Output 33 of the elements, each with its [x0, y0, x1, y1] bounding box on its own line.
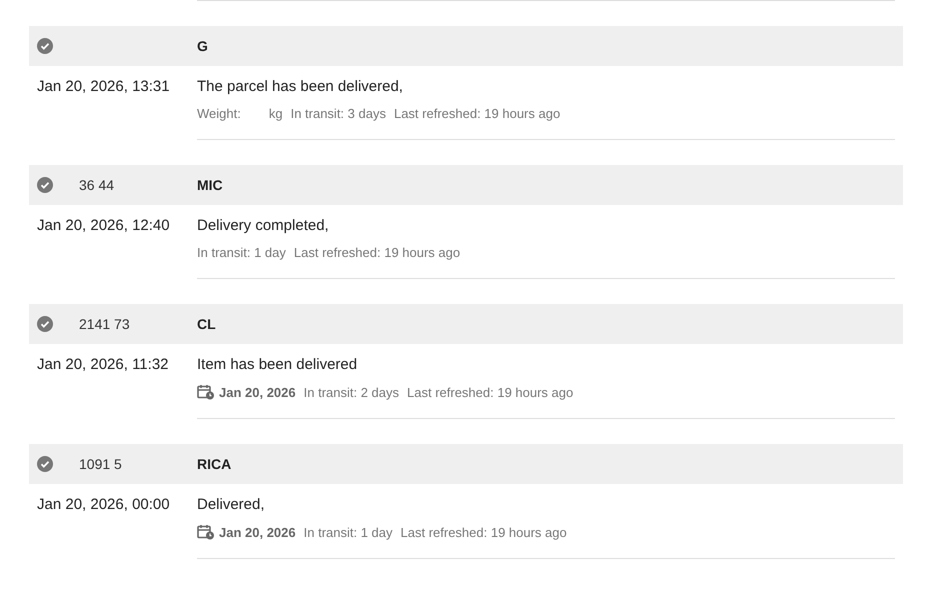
meta-text: In transit: 1 day [304, 524, 393, 540]
shipment-header[interactable]: G [29, 26, 903, 66]
event-time: Jan 20, 2026, 11:32 [36, 356, 170, 375]
recipient-name: G [197, 38, 208, 54]
shipment-header[interactable]: 36 44 MIC [29, 165, 903, 205]
delivery-date: Jan 20, 2026 [219, 384, 296, 400]
weight-unit: kg [268, 106, 283, 121]
tracking-number: 36 44 [79, 177, 114, 193]
status-message: Delivered, [197, 496, 266, 514]
weight-label: Weight: [197, 106, 241, 121]
shipment-header[interactable]: 2141 73 CL [29, 304, 903, 344]
delivery-date: Jan 20, 2026 [219, 524, 296, 540]
meta-text: In transit: 2 days [304, 384, 400, 400]
recipient-name: RICA [197, 456, 232, 472]
meta-text: Last refreshed: 19 hours ago [394, 106, 560, 121]
calendar-clock-icon [197, 384, 215, 400]
event-time: Jan 20, 2026, 00:00 [36, 496, 171, 515]
tracking-number: 2141 73 [79, 316, 130, 332]
meta-text: In transit: 3 days [290, 106, 386, 121]
status-message: Item has been delivered [197, 356, 358, 374]
calendar-clock-icon [197, 524, 215, 540]
meta-text: Last refreshed: 19 hours ago [294, 245, 460, 260]
meta-text: Last refreshed: 19 hours ago [400, 524, 567, 540]
event-time: Jan 20, 2026, 13:31 [36, 78, 171, 97]
recipient-name: CL [197, 316, 216, 332]
recipient-name: MIC [197, 177, 223, 193]
tracking-number: 1091 5 [79, 456, 122, 472]
shipment-header[interactable]: 1091 5 RICA [29, 444, 903, 484]
status-message: The parcel has been delivered, [197, 78, 404, 96]
event-time: Jan 20, 2026, 12:40 [36, 217, 171, 236]
meta-text: Last refreshed: 19 hours ago [407, 384, 574, 400]
meta-text: In transit: 1 day [197, 245, 286, 260]
status-message: Delivery completed, [197, 217, 330, 235]
